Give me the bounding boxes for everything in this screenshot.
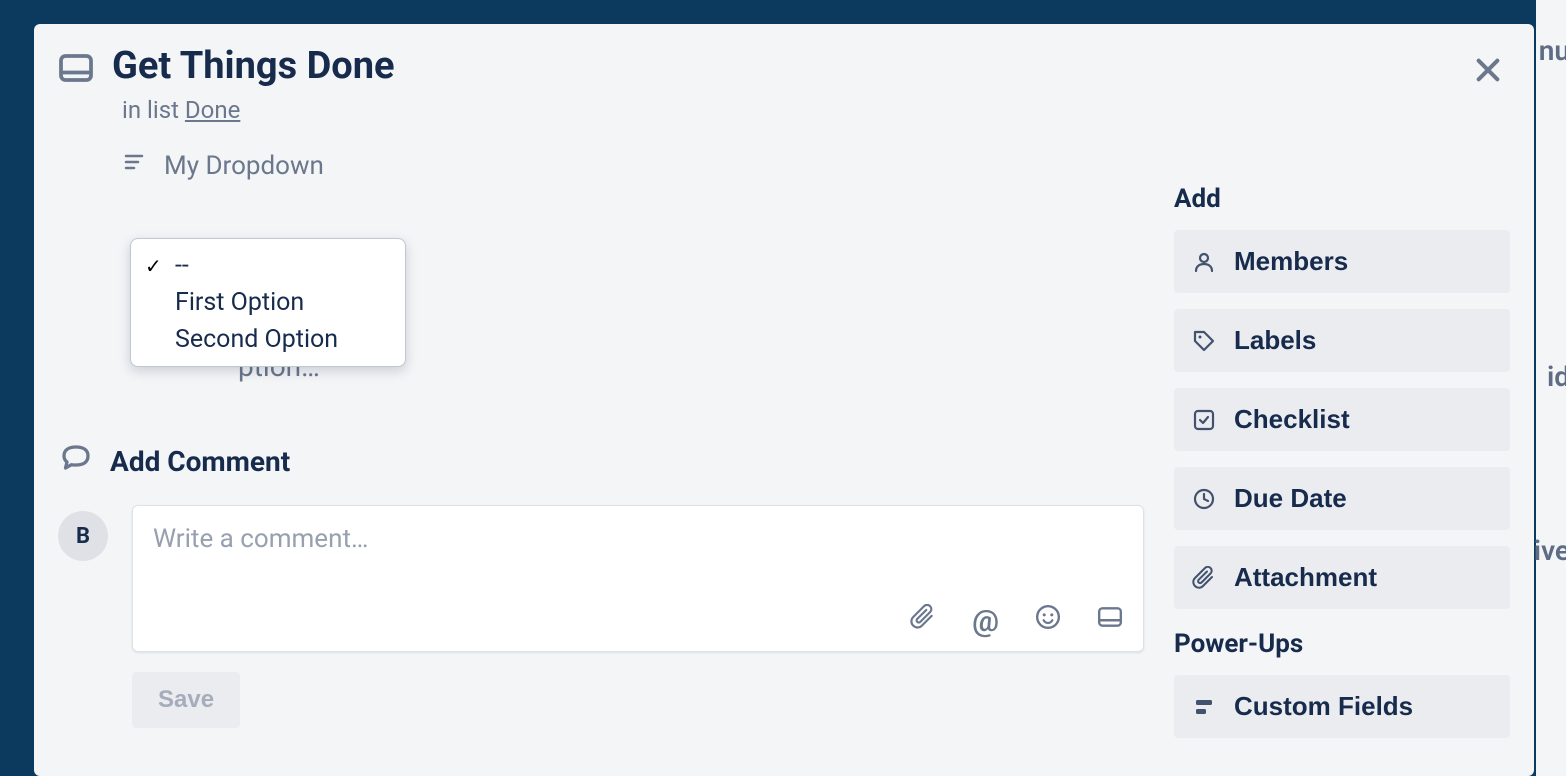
- main-column: Get Things Done in list Done My Dropdown…: [58, 44, 1174, 756]
- side-btn-label: Checklist: [1234, 404, 1350, 435]
- dropdown-field-icon: [122, 150, 146, 181]
- custom-fields-icon: [1192, 695, 1216, 719]
- custom-fields-button[interactable]: Custom Fields: [1174, 675, 1510, 738]
- comment-input[interactable]: [153, 524, 1123, 574]
- card-modal: Get Things Done in list Done My Dropdown…: [34, 24, 1534, 776]
- in-list-prefix: in list: [122, 96, 185, 124]
- attachment-icon: [1192, 566, 1216, 590]
- dropdown-popover: ✓ -- First Option Second Option: [130, 238, 406, 367]
- custom-field-label: My Dropdown: [164, 151, 324, 181]
- checklist-icon: [1192, 408, 1216, 432]
- labels-icon: [1192, 329, 1216, 353]
- comment-section-header: Add Comment: [58, 441, 1144, 481]
- comment-tools: @: [153, 604, 1123, 639]
- comment-row: B @: [58, 505, 1144, 652]
- checklist-button[interactable]: Checklist: [1174, 388, 1510, 451]
- sidebar: Add Members Labels Checklist Due Date At…: [1174, 44, 1510, 756]
- dropdown-option-label: First Option: [175, 288, 304, 317]
- card-link-icon[interactable]: [1097, 604, 1123, 639]
- card-header: Get Things Done: [58, 44, 1144, 90]
- dropdown-option[interactable]: ✓ --: [131, 247, 405, 284]
- side-btn-label: Members: [1234, 246, 1348, 277]
- attachment-button[interactable]: Attachment: [1174, 546, 1510, 609]
- dropdown-option-label: Second Option: [175, 325, 338, 354]
- dropdown-option[interactable]: Second Option: [131, 321, 405, 358]
- side-btn-label: Custom Fields: [1234, 691, 1413, 722]
- custom-field-row: My Dropdown: [122, 150, 1144, 181]
- avatar[interactable]: B: [58, 511, 108, 561]
- comment-box: @: [132, 505, 1144, 652]
- card-list-info: in list Done: [122, 96, 1144, 124]
- comment-icon: [58, 441, 94, 481]
- attachment-icon[interactable]: [910, 604, 936, 639]
- card-title[interactable]: Get Things Done: [112, 44, 395, 88]
- close-icon: [1472, 54, 1504, 86]
- dropdown-option[interactable]: First Option: [131, 284, 405, 321]
- check-icon: ✓: [145, 254, 163, 278]
- add-section-title: Add: [1174, 184, 1510, 214]
- side-btn-label: Labels: [1234, 325, 1316, 356]
- due-date-icon: [1192, 487, 1216, 511]
- card-icon: [58, 50, 94, 90]
- due-date-button[interactable]: Due Date: [1174, 467, 1510, 530]
- side-btn-label: Attachment: [1234, 562, 1377, 593]
- comment-section-title: Add Comment: [110, 445, 290, 478]
- side-btn-label: Due Date: [1234, 483, 1347, 514]
- labels-button[interactable]: Labels: [1174, 309, 1510, 372]
- members-button[interactable]: Members: [1174, 230, 1510, 293]
- powerups-section-title: Power-Ups: [1174, 629, 1510, 659]
- close-button[interactable]: [1466, 48, 1510, 92]
- save-button[interactable]: Save: [132, 672, 240, 728]
- list-link[interactable]: Done: [185, 96, 240, 124]
- mention-icon[interactable]: @: [972, 604, 999, 639]
- dropdown-option-label: --: [175, 251, 189, 280]
- background-partial: nu id ive: [1536, 0, 1566, 776]
- members-icon: [1192, 250, 1216, 274]
- emoji-icon[interactable]: [1035, 604, 1061, 639]
